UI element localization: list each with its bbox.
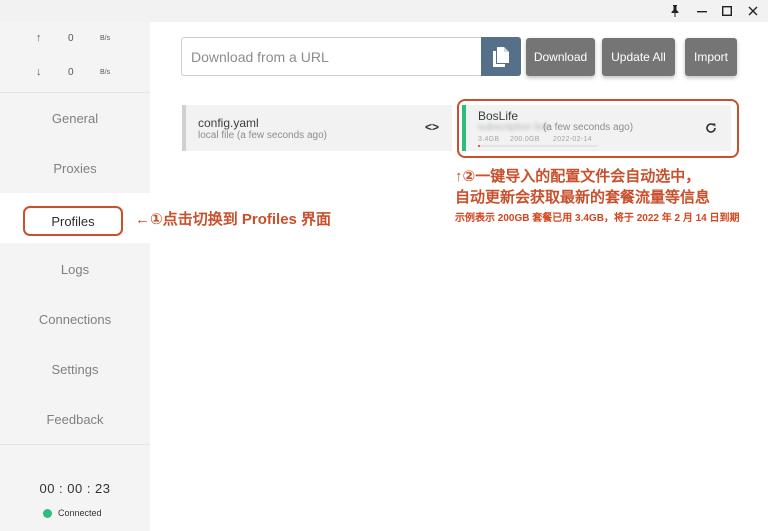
- sidebar-item-feedback[interactable]: Feedback: [0, 394, 150, 444]
- paste-icon: [493, 46, 509, 67]
- sidebar-item-general[interactable]: General: [0, 93, 150, 143]
- download-speed: ↓ 0 B/s: [0, 63, 150, 83]
- sidebar-item-profiles[interactable]: Profiles: [23, 206, 123, 236]
- url-input[interactable]: [181, 37, 481, 76]
- profile-card-config[interactable]: config.yaml local file (a few seconds ag…: [182, 105, 452, 151]
- download-unit: B/s: [100, 69, 111, 76]
- sidebar-item-settings[interactable]: Settings: [0, 344, 150, 394]
- code-icon[interactable]: <>: [425, 120, 439, 134]
- upload-arrow-icon: ↑: [36, 32, 42, 44]
- selected-profile-highlight: [457, 99, 739, 158]
- close-icon[interactable]: [740, 0, 766, 22]
- annotation-step2: ↑②一键导入的配置文件会自动选中， 自动更新会获取最新的套餐流量等信息: [455, 166, 710, 208]
- download-button[interactable]: Download: [526, 38, 595, 76]
- status-dot-icon: [43, 508, 52, 518]
- download-arrow-icon: ↓: [36, 66, 42, 78]
- sidebar: ↑ 0 B/s ↓ 0 B/s General Proxies Profiles…: [0, 22, 150, 531]
- upload-value: 0: [68, 33, 74, 44]
- profile-name: config.yaml: [198, 116, 259, 130]
- annotation-step2-note: 示例表示 200GB 套餐已用 3.4GB，将于 2022 年 2 月 14 日…: [455, 213, 740, 224]
- sidebar-item-logs[interactable]: Logs: [0, 244, 150, 294]
- title-bar: [0, 0, 768, 22]
- annotation-step1: ←①点击切换到 Profiles 界面: [135, 211, 332, 228]
- paste-button[interactable]: [481, 37, 521, 76]
- sidebar-divider-bottom: [0, 444, 150, 445]
- connection-status: Connected: [43, 508, 102, 518]
- upload-speed: ↑ 0 B/s: [0, 29, 150, 49]
- profile-subtitle: local file (a few seconds ago): [198, 130, 327, 141]
- pin-icon[interactable]: [662, 0, 688, 22]
- status-label: Connected: [58, 508, 102, 518]
- sidebar-item-connections[interactable]: Connections: [0, 294, 150, 344]
- sidebar-curve-top: [0, 181, 150, 193]
- upload-unit: B/s: [100, 35, 111, 42]
- minimize-icon[interactable]: [689, 0, 715, 22]
- download-value: 0: [68, 67, 74, 78]
- update-all-button[interactable]: Update All: [602, 38, 675, 76]
- profile-card-bar: [182, 105, 186, 151]
- traffic-panel: ↑ 0 B/s ↓ 0 B/s: [0, 22, 150, 92]
- annotation-step2-line1: ↑②一键导入的配置文件会自动选中，: [455, 168, 701, 185]
- import-button[interactable]: Import: [685, 38, 737, 76]
- annotation-step2-line2: 自动更新会获取最新的套餐流量等信息: [455, 189, 711, 206]
- maximize-icon[interactable]: [714, 0, 740, 22]
- uptime-timer: 00 : 00 : 23: [39, 481, 111, 496]
